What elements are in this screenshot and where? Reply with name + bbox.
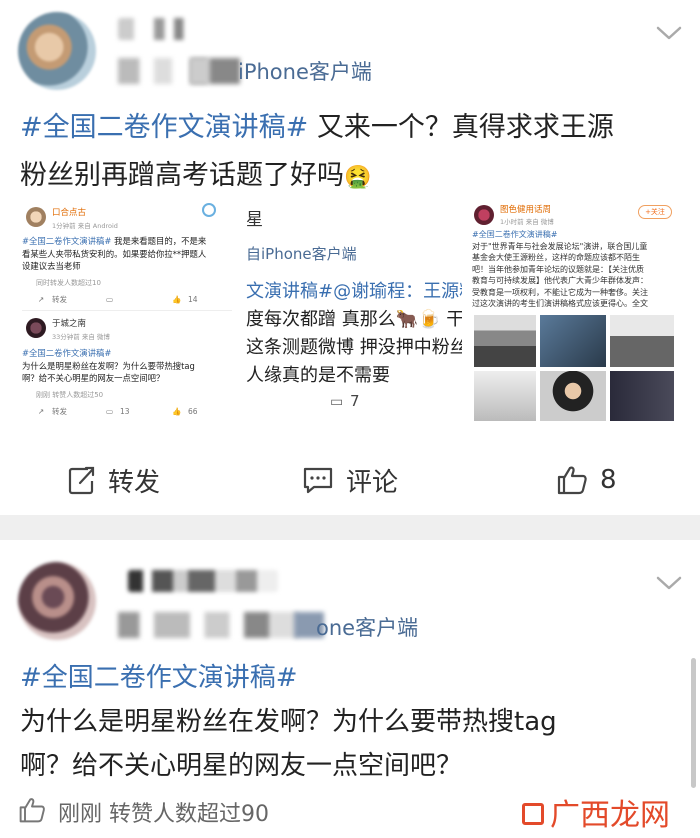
like-button[interactable]: 8 xyxy=(556,463,617,497)
watermark: 广西龙网 xyxy=(522,790,670,834)
hashtag-link[interactable]: #全国二卷作文演讲稿# xyxy=(20,112,308,143)
watermark-logo-icon xyxy=(522,802,544,825)
repost-button[interactable]: 转发 xyxy=(66,463,160,498)
vomit-emoji-icon: 🤮 xyxy=(344,165,372,190)
hashtag-link[interactable]: #全国二卷作文演讲稿# xyxy=(20,656,680,700)
mini-avatar xyxy=(474,205,494,225)
mini-menu-icon xyxy=(202,203,216,217)
mini-comment-icon: ▭ xyxy=(106,407,114,416)
chevron-down-icon[interactable] xyxy=(654,18,684,48)
comment-button[interactable]: 评论 xyxy=(302,463,398,498)
screenshot-thumbnail-1[interactable]: 口合点古 1分钟前 来自 Android #全国二卷作文演讲稿# 我是来看题目的… xyxy=(22,197,232,423)
avatar[interactable] xyxy=(18,12,96,90)
post-divider xyxy=(0,515,700,540)
avatar[interactable] xyxy=(18,562,96,640)
post-source: one客户端 xyxy=(316,616,419,640)
news-photo xyxy=(610,371,674,421)
thumbs-up-icon xyxy=(557,466,587,495)
repost-like-count: 刚刚 转赞人数超过90 xyxy=(58,802,269,827)
comment-icon xyxy=(303,467,333,494)
news-photo xyxy=(610,315,674,367)
post-footer: 刚刚 转赞人数超过90 广西龙网 xyxy=(0,788,700,838)
mini-like-icon: 👍 xyxy=(172,295,182,304)
post-source: iPhone客户端 xyxy=(238,60,372,84)
news-photo xyxy=(540,371,606,421)
mini-like-icon: 👍 xyxy=(172,407,182,416)
scrollbar[interactable] xyxy=(691,658,696,788)
follow-button: +关注 xyxy=(638,205,672,219)
username-blurred[interactable] xyxy=(118,18,198,40)
post-action-bar: 转发 评论 8 xyxy=(0,447,700,515)
mini-avatar xyxy=(26,318,46,338)
mini-comment-icon: ▭ xyxy=(330,394,344,410)
weibo-post-1: iPhone客户端 #全国二卷作文演讲稿# 又来一个？真得求求王源 粉丝别再蹭高… xyxy=(0,0,700,515)
mini-repost-icon: ↗ xyxy=(38,407,45,416)
post-text: #全国二卷作文演讲稿# 为什么是明星粉丝在发啊？为什么要带热搜tag 啊？给不关… xyxy=(20,656,680,788)
repost-icon xyxy=(68,466,95,495)
timestamp-blurred xyxy=(118,612,298,638)
screenshot-thumbnail-3[interactable]: 图色健用话周 1小时前 来自 微博 +关注 #全国二卷作文演讲稿# 对于"世界青… xyxy=(470,197,678,423)
screenshot-thumbnail-2[interactable]: 星 自iPhone客户端 文演讲稿#@谢瑜程：王源粉 度每次都蹭 真那么🐂🍺 干… xyxy=(238,197,462,423)
thumbs-up-icon[interactable] xyxy=(18,796,46,824)
chevron-down-icon[interactable] xyxy=(654,568,684,598)
mini-avatar xyxy=(26,207,46,227)
news-photo xyxy=(474,371,536,421)
post-text: #全国二卷作文演讲稿# 又来一个？真得求求王源 粉丝别再蹭高考话题了好吗🤮 xyxy=(20,112,614,191)
news-photo xyxy=(474,315,536,367)
mini-repost-icon: ↗ xyxy=(38,295,45,304)
source-prefix-blurred xyxy=(190,58,240,84)
mini-comment-icon: ▭ xyxy=(106,295,114,304)
username-blurred[interactable] xyxy=(128,570,278,592)
news-photo xyxy=(540,315,606,367)
